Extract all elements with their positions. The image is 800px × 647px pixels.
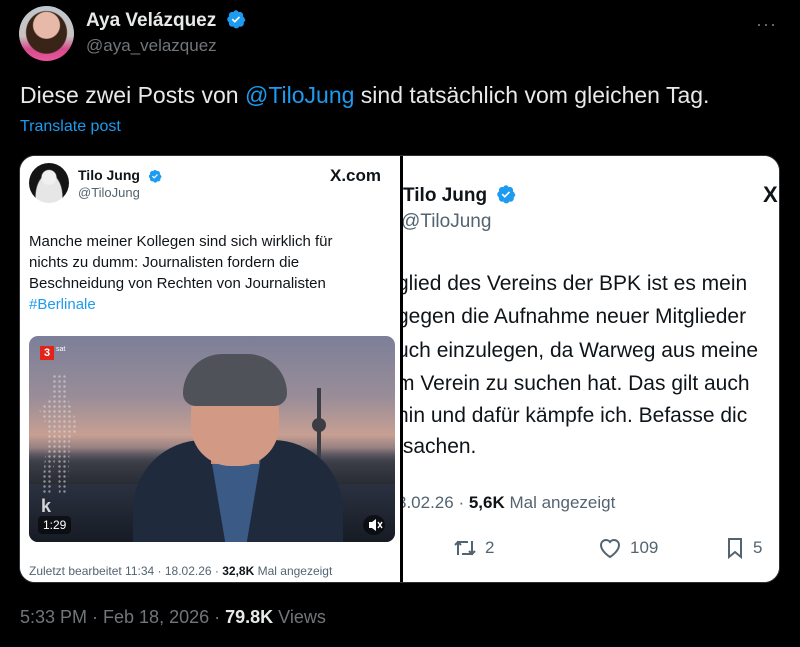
embedded-footer: Zuletzt bearbeitet 11:34 · 18.02.26 · 32… [29, 564, 332, 578]
tweet-text: Diese zwei Posts von @TiloJung sind tats… [20, 82, 709, 109]
embedded-views-label: Mal angezeigt [254, 564, 333, 578]
repost-count: 2 [485, 538, 495, 557]
embedded-text-line: tsachen. [403, 435, 477, 458]
embedded-avatar [29, 163, 69, 203]
embedded-meta: 3.02.26 · 5,6K Mal angezeigt [403, 493, 615, 513]
embedded-views: 5,6K [468, 493, 505, 512]
media-image[interactable]: Tilo Jung @TiloJung X.com Manche meiner … [19, 155, 780, 583]
more-options-icon[interactable]: ··· [756, 14, 777, 35]
repost-action: 2 [453, 537, 494, 559]
embedded-name: Tilo Jung [403, 185, 488, 206]
watermark: k [41, 496, 52, 516]
embedded-post-left: Tilo Jung @TiloJung X.com Manche meiner … [20, 156, 400, 582]
embedded-date: 3.02.26 · [403, 493, 469, 512]
embedded-text-line: glied des Vereins der BPK ist es mein [403, 272, 748, 295]
embedded-text-line: m Verein zu suchen hat. Das gilt auch [403, 372, 750, 395]
channel-logo-sub: sat [56, 346, 66, 353]
like-action: 109 [598, 537, 658, 559]
embedded-views: 32,8K [222, 564, 255, 578]
bookmark-icon [728, 538, 742, 559]
author-name[interactable]: Aya Velázquez [86, 10, 216, 31]
embedded-handle: @TiloJung [403, 211, 492, 232]
author-avatar[interactable] [19, 6, 74, 61]
hashtag: #Berlinale [29, 296, 96, 313]
video-thumbnail: 3 sat k 1:29 [29, 336, 395, 542]
speaker-figure [133, 348, 343, 542]
tweet-text-suffix: sind tatsächlich vom gleichen Tag. [354, 82, 710, 108]
embedded-text-line: uch einzulegen, da Warweg aus meine [403, 339, 759, 362]
translate-post-link[interactable]: Translate post [20, 118, 121, 136]
author-name-row[interactable]: Aya Velázquez [86, 9, 246, 32]
bookmark-action: 5 [725, 537, 762, 559]
embedded-edited: Zuletzt bearbeitet 11:34 · 18.02.26 · [29, 564, 223, 578]
video-duration: 1:29 [38, 516, 72, 534]
repost-icon [454, 540, 476, 556]
author-handle[interactable]: @aya_velazquez [86, 36, 217, 56]
speaker-hair [183, 354, 287, 406]
embedded-body: Manche meiner Kollegen sind sich wirklic… [29, 233, 333, 292]
tweet-text-prefix: Diese zwei Posts von [20, 82, 245, 108]
embedded-text-line: gegen die Aufnahme neuer Mitglieder [403, 305, 747, 328]
embedded-name-row: Tilo Jung [403, 184, 516, 207]
verified-badge-icon [148, 169, 162, 183]
tweet-views-label: Views [273, 607, 326, 627]
bookmark-count: 5 [753, 538, 763, 557]
embedded-post-right: Tilo Jung @TiloJung X glied des Vereins … [403, 156, 779, 582]
x-logo-icon: X [763, 182, 778, 207]
tweet-meta: 5:33 PM · Feb 18, 2026 · 79.8K Views [20, 607, 326, 628]
embedded-name: Tilo Jung [78, 167, 140, 183]
like-count: 109 [630, 538, 659, 557]
tweet-views-count: 79.8K [225, 607, 274, 627]
heart-icon [599, 539, 621, 559]
embedded-views-label: Mal angezeigt [504, 493, 616, 512]
embedded-text-line: hin und dafür kämpfe ich. Befasse dic [403, 404, 748, 427]
mention-link[interactable]: @TiloJung [245, 82, 354, 108]
embedded-name-row: Tilo Jung [78, 167, 162, 183]
tweet-timestamp[interactable]: 5:33 PM · Feb 18, 2026 · [20, 607, 225, 627]
x-com-logo: X.com [330, 166, 382, 185]
verified-badge-icon [497, 185, 516, 204]
mute-icon [363, 515, 385, 535]
embedded-handle: @TiloJung [78, 185, 140, 200]
channel-logo: 3 [40, 346, 54, 360]
embedded-post-text: Manche meiner Kollegen sind sich wirklic… [29, 231, 369, 315]
verified-badge-icon [226, 10, 245, 29]
